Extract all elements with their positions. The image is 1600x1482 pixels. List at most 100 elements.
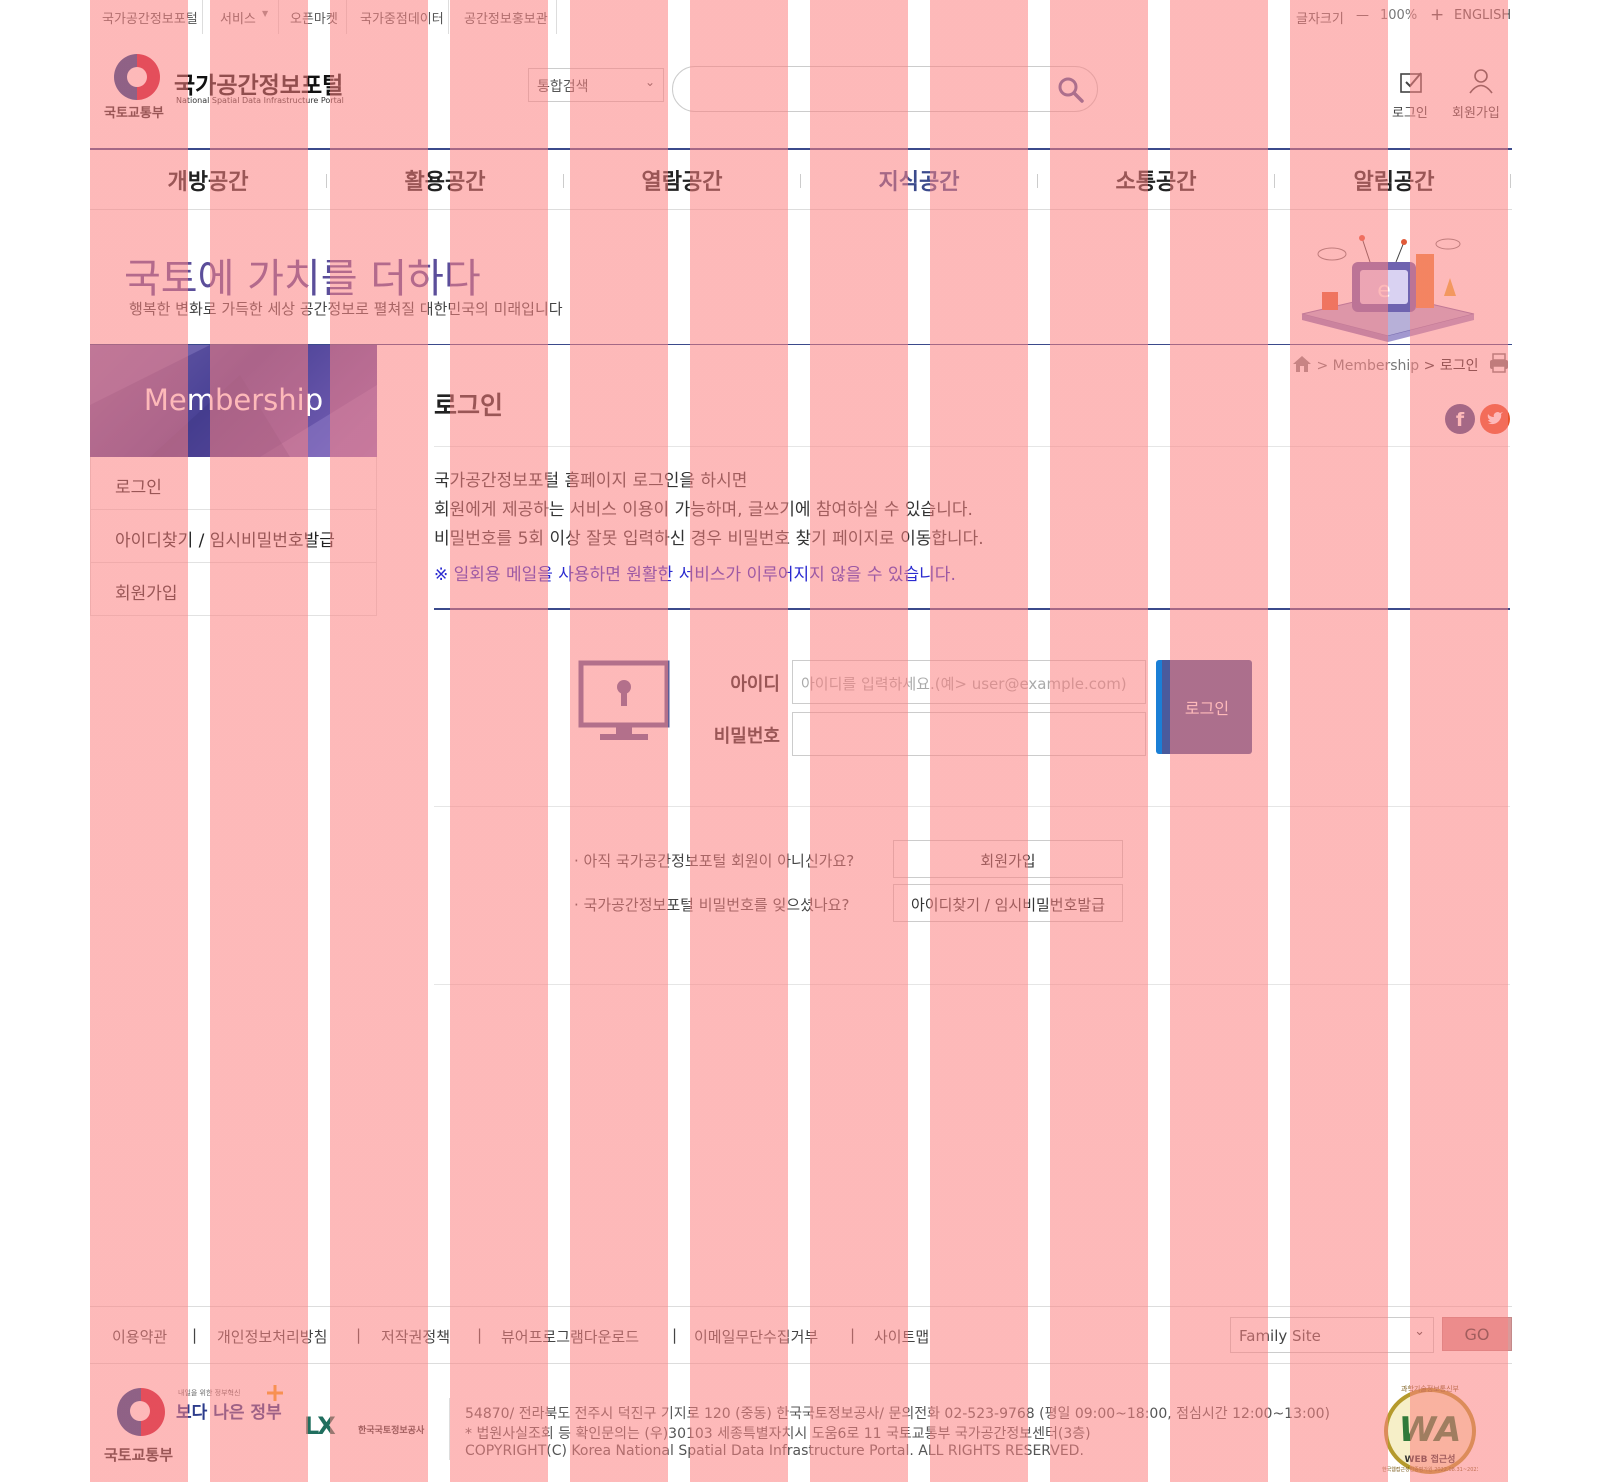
breadcrumb-separator: > [1423, 358, 1436, 374]
footer-link-separator: | [477, 1326, 483, 1344]
login-button[interactable]: 로그인 [1156, 660, 1252, 754]
header-join-link[interactable]: 회원가입 [1452, 102, 1500, 121]
facebook-icon[interactable]: f [1445, 404, 1475, 434]
breadcrumb-current: 로그인 [1439, 358, 1479, 374]
search-category-select[interactable]: 통합검색 ⌄ [528, 68, 664, 102]
banner-subtitle: 행복한 변화로 가득한 세상 공간정보로 펼쳐질 대한민국의 미래입니다 [129, 300, 563, 318]
font-increase-button[interactable]: + [1430, 5, 1444, 25]
footer-link-privacy[interactable]: 개인정보처리방침 [217, 1326, 327, 1347]
family-site-value: Family Site [1239, 1327, 1321, 1345]
lnb-title: Membership [143, 383, 324, 417]
twitter-icon[interactable] [1480, 404, 1510, 434]
taegeuk-logo-icon [117, 1388, 165, 1436]
lnb-item-label: 회원가입 [115, 584, 178, 604]
font-size-label: 글자크기 [1296, 12, 1344, 27]
description-line: 비밀번호를 5회 이상 잘못 입력하신 경우 비밀번호 찾기 페이지로 이동합니… [434, 529, 984, 549]
content-divider [434, 984, 1510, 985]
english-link[interactable]: ENGLISH [1454, 8, 1511, 23]
find-question: · 국가공간정보포털 비밀번호를 잊으셨나요? [574, 896, 850, 914]
top-link-service[interactable]: 서비스 [220, 8, 256, 27]
footer-address-line: 54870/ 전라북도 전주시 덕진구 기지로 120 (중동) 한국국토정보공… [465, 1406, 1330, 1422]
print-icon[interactable] [1488, 352, 1510, 374]
top-link-portal[interactable]: 국가공간정보포털 [102, 8, 198, 27]
password-label: 비밀번호 [713, 726, 780, 747]
footer-link-no-email[interactable]: 이메일무단수집거부 [694, 1326, 818, 1347]
nav-item-open[interactable]: 개방공간 [90, 164, 326, 196]
family-site-select[interactable]: Family Site ⌄ [1230, 1317, 1434, 1353]
description-line: 회원에게 제공하는 서비스 이용이 가능하며, 글쓰기에 참여하실 수 있습니다… [434, 500, 973, 520]
content-divider [434, 806, 1510, 807]
divider [278, 0, 279, 34]
footer-link-copyright[interactable]: 저작권정책 [381, 1326, 450, 1347]
password-input[interactable] [792, 712, 1146, 756]
top-link-promo[interactable]: 공간정보홍보관 [464, 8, 548, 27]
breadcrumb-membership[interactable]: Membership [1333, 358, 1420, 374]
divider [556, 0, 557, 34]
join-question: · 아직 국가공간정보포털 회원이 아니신가요? [574, 852, 855, 870]
gov-innovation-small: 내일을 위한 정부혁신 [178, 1389, 241, 1397]
divider [448, 0, 449, 34]
wa-badge-top: 과학기술정보통신부 [1401, 1385, 1459, 1393]
top-link-keydata[interactable]: 국가중점데이터 [360, 8, 444, 27]
caret-down-icon: ▼ [262, 9, 269, 18]
login-description: 국가공간정보포털 홈페이지 로그인을 하시면 회원에게 제공하는 서비스 이용이… [434, 467, 984, 554]
footer-address-line: * 법원사실조회 등 확인문의는 (우)30103 세종특별자치시 도움6로 1… [465, 1426, 1091, 1442]
city-illustration-icon: e [1301, 235, 1475, 342]
plus-mark-icon [267, 1385, 283, 1401]
id-input[interactable]: 아이디를 입력하세요.(예> user@example.com) [792, 660, 1146, 704]
wa-badge-bottom: WEB 접근성 [1404, 1455, 1456, 1465]
family-site-go-button[interactable]: GO [1442, 1317, 1512, 1351]
search-input[interactable] [672, 66, 1098, 112]
footer-link-viewer[interactable]: 뷰어프로그램다운로드 [501, 1326, 639, 1347]
footer-links-bar: 이용약관 | 개인정보처리방침 | 저작권정책 | 뷰어프로그램다운로드 | 이… [90, 1306, 1512, 1364]
search-icon[interactable] [1057, 76, 1085, 104]
lnb-item-find-id[interactable]: 아이디찾기 / 임시비밀번호발급 [90, 510, 377, 563]
header-login-link[interactable]: 로그인 [1392, 102, 1428, 121]
footer-link-separator: | [850, 1326, 856, 1344]
breadcrumb-separator: > [1316, 358, 1329, 374]
lx-name: 한국국토정보공사 [358, 1426, 425, 1436]
nav-item-communication[interactable]: 소통공간 [1038, 164, 1274, 196]
footer-ministry-label: 국토교통부 [104, 1446, 174, 1464]
footer-link-terms[interactable]: 이용약관 [112, 1326, 167, 1347]
site-logo-subtitle: National Spatial Data Infrastructure Por… [176, 96, 344, 105]
footer-link-separator: | [192, 1326, 198, 1344]
web-accessibility-badge: 과학기술정보통신부 WA WEB 접근성 한국웹접근성인증평가원 2022.08… [1378, 1384, 1482, 1480]
footer-link-sitemap[interactable]: 사이트맵 [874, 1326, 929, 1347]
lnb-item-login[interactable]: 로그인 [90, 457, 377, 510]
lnb-item-label: 아이디찾기 / 임시비밀번호발급 [115, 531, 335, 551]
nav-item-view[interactable]: 열람공간 [564, 164, 800, 196]
breadcrumb: > Membership > 로그인 [1292, 355, 1478, 375]
ministry-label: 국토교통부 [104, 106, 164, 121]
top-link-openmarket[interactable]: 오픈마켓 [290, 8, 338, 27]
footer-link-separator: | [356, 1326, 362, 1344]
wa-badge-edge: 한국웹접근성인증평가원 2022.08.31~2023.08.30 [1382, 1467, 1478, 1473]
footer-copyright: COPYRIGHT(C) Korea National Spatial Data… [465, 1443, 1084, 1459]
user-icon[interactable] [1468, 68, 1494, 94]
login-check-icon[interactable] [1399, 70, 1425, 94]
nav-item-notice[interactable]: 알림공간 [1276, 164, 1512, 196]
footer-link-separator: | [672, 1326, 678, 1344]
font-decrease-button[interactable]: — [1356, 8, 1369, 23]
nav-divider [1274, 174, 1275, 188]
search-category-value: 통합검색 [537, 79, 589, 95]
id-label: 아이디 [730, 674, 780, 695]
join-button[interactable]: 회원가입 [893, 840, 1123, 878]
chevron-down-icon: ⌄ [644, 75, 655, 89]
site-logo-title[interactable]: 국가공간정보포털 [174, 66, 343, 100]
lnb-item-label: 로그인 [115, 478, 162, 498]
monitor-lock-icon [578, 660, 670, 740]
utility-bar: 국가공간정보포털 서비스 ▼ 오픈마켓 국가중점데이터 공간정보홍보관 글자크기… [90, 0, 1512, 34]
svg-text:f: f [1456, 409, 1465, 431]
divider [346, 0, 347, 34]
home-icon[interactable] [1292, 355, 1312, 373]
footer-divider [449, 1398, 450, 1460]
nav-item-knowledge[interactable]: 지식공간 [801, 164, 1037, 196]
find-id-button[interactable]: 아이디찾기 / 임시비밀번호발급 [893, 884, 1123, 922]
taegeuk-logo-icon[interactable] [114, 54, 160, 100]
divider [202, 0, 203, 34]
nav-item-use[interactable]: 활용공간 [327, 164, 563, 196]
page-title: 로그인 [434, 391, 504, 420]
lnb-item-join[interactable]: 회원가입 [90, 563, 377, 616]
nav-divider [1510, 174, 1511, 188]
